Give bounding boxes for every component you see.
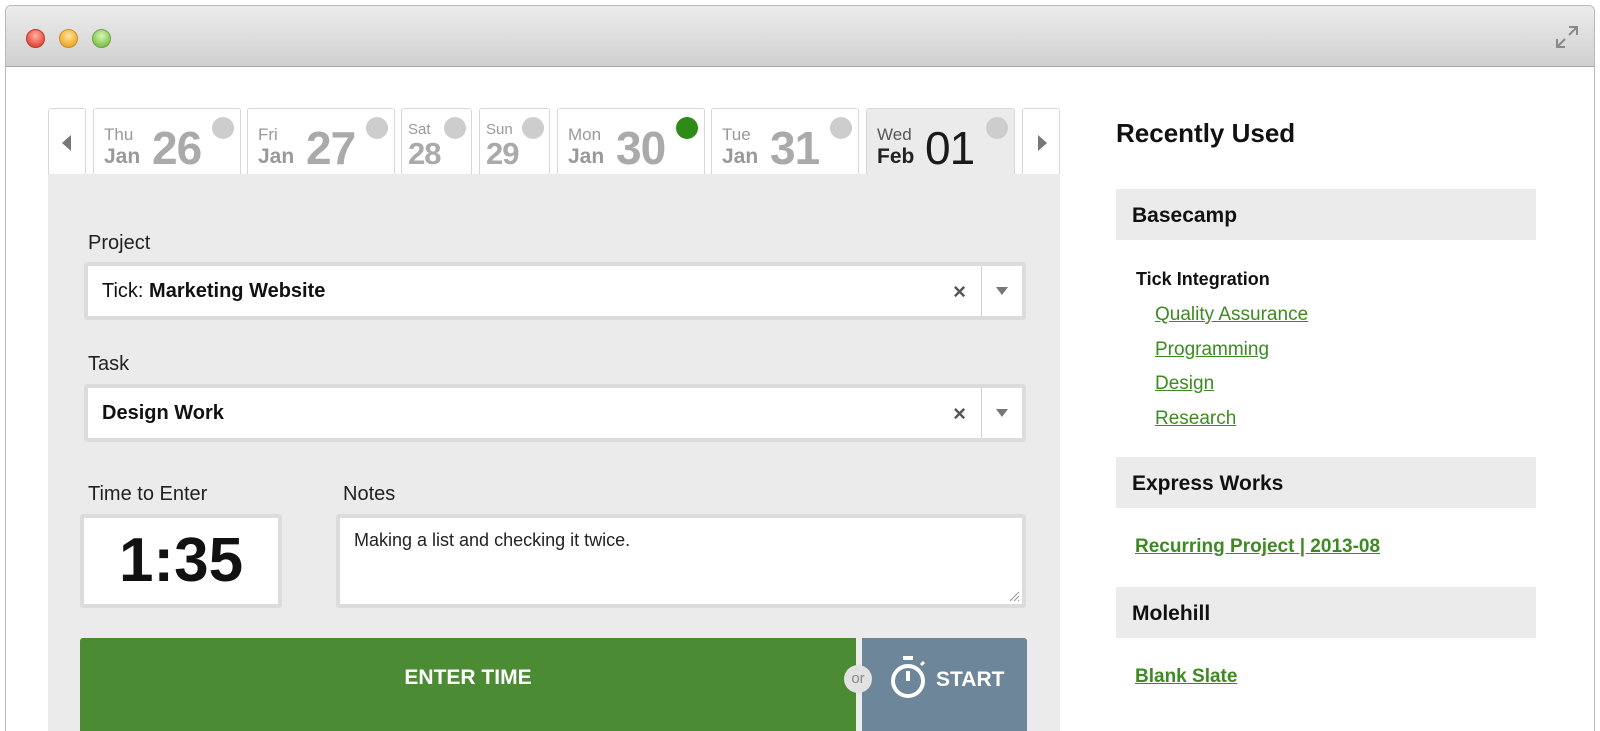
select-divider bbox=[981, 388, 982, 438]
task-link-programming[interactable]: Programming bbox=[1155, 339, 1269, 361]
next-week-button[interactable] bbox=[1022, 108, 1060, 174]
close-window-button[interactable] bbox=[26, 29, 45, 48]
task-select[interactable]: Design Work × bbox=[84, 384, 1026, 442]
prev-week-button[interactable] bbox=[48, 108, 86, 174]
start-timer-button[interactable]: START bbox=[862, 638, 1027, 731]
enter-time-button[interactable]: ENTER TIME bbox=[80, 638, 856, 731]
or-divider: or bbox=[844, 665, 872, 693]
day-number: 01 bbox=[925, 122, 975, 174]
zoom-window-button[interactable] bbox=[92, 29, 111, 48]
day-number: 29 bbox=[486, 136, 519, 171]
subproject-tick-integration: Tick Integration bbox=[1136, 269, 1270, 289]
day-of-week: Tue bbox=[722, 125, 751, 144]
day-status-dot bbox=[522, 117, 544, 139]
day-number: 27 bbox=[306, 122, 356, 174]
notes-text: Making a list and checking it twice. bbox=[354, 530, 631, 550]
chevron-left-icon bbox=[62, 135, 71, 151]
day-tab-mon-30[interactable]: Mon Jan 30 bbox=[557, 108, 705, 174]
chevron-down-icon[interactable] bbox=[996, 409, 1008, 417]
day-month: Jan bbox=[568, 145, 605, 168]
day-number: 31 bbox=[770, 122, 820, 174]
day-status-dot bbox=[830, 117, 852, 139]
day-tab-thu-26[interactable]: Thu Jan 26 bbox=[93, 108, 241, 174]
project-select[interactable]: Tick: Marketing Website × bbox=[84, 262, 1026, 320]
day-tab-tue-31[interactable]: Tue Jan 31 bbox=[711, 108, 859, 174]
day-of-week: Mon bbox=[568, 125, 602, 144]
clear-project-icon[interactable]: × bbox=[953, 279, 966, 305]
minimize-window-button[interactable] bbox=[59, 29, 78, 48]
stopwatch-icon bbox=[891, 656, 926, 698]
day-month: Jan bbox=[104, 145, 141, 168]
notes-textarea[interactable]: Making a list and checking it twice. bbox=[336, 514, 1026, 608]
group-header-express-works: Express Works bbox=[1116, 457, 1536, 508]
task-link-research[interactable]: Research bbox=[1155, 408, 1236, 430]
day-status-dot bbox=[676, 117, 698, 139]
task-link-quality-assurance[interactable]: Quality Assurance bbox=[1155, 304, 1308, 326]
day-tab-wed-01[interactable]: Wed Feb 01 bbox=[866, 108, 1015, 174]
day-of-week: Wed bbox=[877, 125, 912, 144]
time-input[interactable]: 1:35 bbox=[80, 514, 282, 608]
project-select-value: Tick: Marketing Website bbox=[102, 280, 326, 302]
recently-used-title: Recently Used bbox=[1116, 118, 1296, 148]
day-month: Feb bbox=[877, 145, 915, 168]
group-header-molehill: Molehill bbox=[1116, 587, 1536, 638]
time-label: Time to Enter bbox=[88, 483, 208, 505]
project-label: Project bbox=[88, 232, 151, 254]
day-month: Jan bbox=[722, 145, 759, 168]
day-month: Jan bbox=[258, 145, 295, 168]
notes-label: Notes bbox=[343, 483, 396, 505]
select-divider bbox=[981, 266, 982, 316]
resize-grip-icon[interactable] bbox=[1008, 590, 1020, 602]
fullscreen-icon[interactable] bbox=[1554, 24, 1580, 50]
day-status-dot bbox=[986, 117, 1008, 139]
day-tab-sun-29[interactable]: Sun 29 bbox=[479, 108, 550, 174]
day-tab-fri-27[interactable]: Fri Jan 27 bbox=[247, 108, 395, 174]
day-status-dot bbox=[366, 117, 388, 139]
task-select-value: Design Work bbox=[102, 402, 224, 424]
day-of-week: Fri bbox=[258, 125, 278, 144]
clear-task-icon[interactable]: × bbox=[953, 401, 966, 427]
project-link-recurring[interactable]: Recurring Project | 2013-08 bbox=[1135, 536, 1380, 558]
task-label: Task bbox=[88, 353, 130, 375]
group-header-basecamp: Basecamp bbox=[1116, 189, 1536, 240]
day-number: 26 bbox=[152, 122, 202, 174]
day-status-dot bbox=[212, 117, 234, 139]
day-number: 28 bbox=[408, 136, 441, 171]
day-status-dot bbox=[444, 117, 466, 139]
project-link-blank-slate[interactable]: Blank Slate bbox=[1135, 666, 1237, 688]
day-tab-sat-28[interactable]: Sat 28 bbox=[401, 108, 472, 174]
window-titlebar bbox=[6, 6, 1594, 67]
day-of-week: Thu bbox=[104, 125, 134, 144]
day-number: 30 bbox=[616, 122, 666, 174]
chevron-down-icon[interactable] bbox=[996, 287, 1008, 295]
start-label: START bbox=[936, 668, 1005, 691]
time-entry-form: Project Tick: Marketing Website × Task D… bbox=[48, 174, 1060, 731]
chevron-right-icon bbox=[1038, 135, 1047, 151]
task-link-design[interactable]: Design bbox=[1155, 373, 1214, 395]
